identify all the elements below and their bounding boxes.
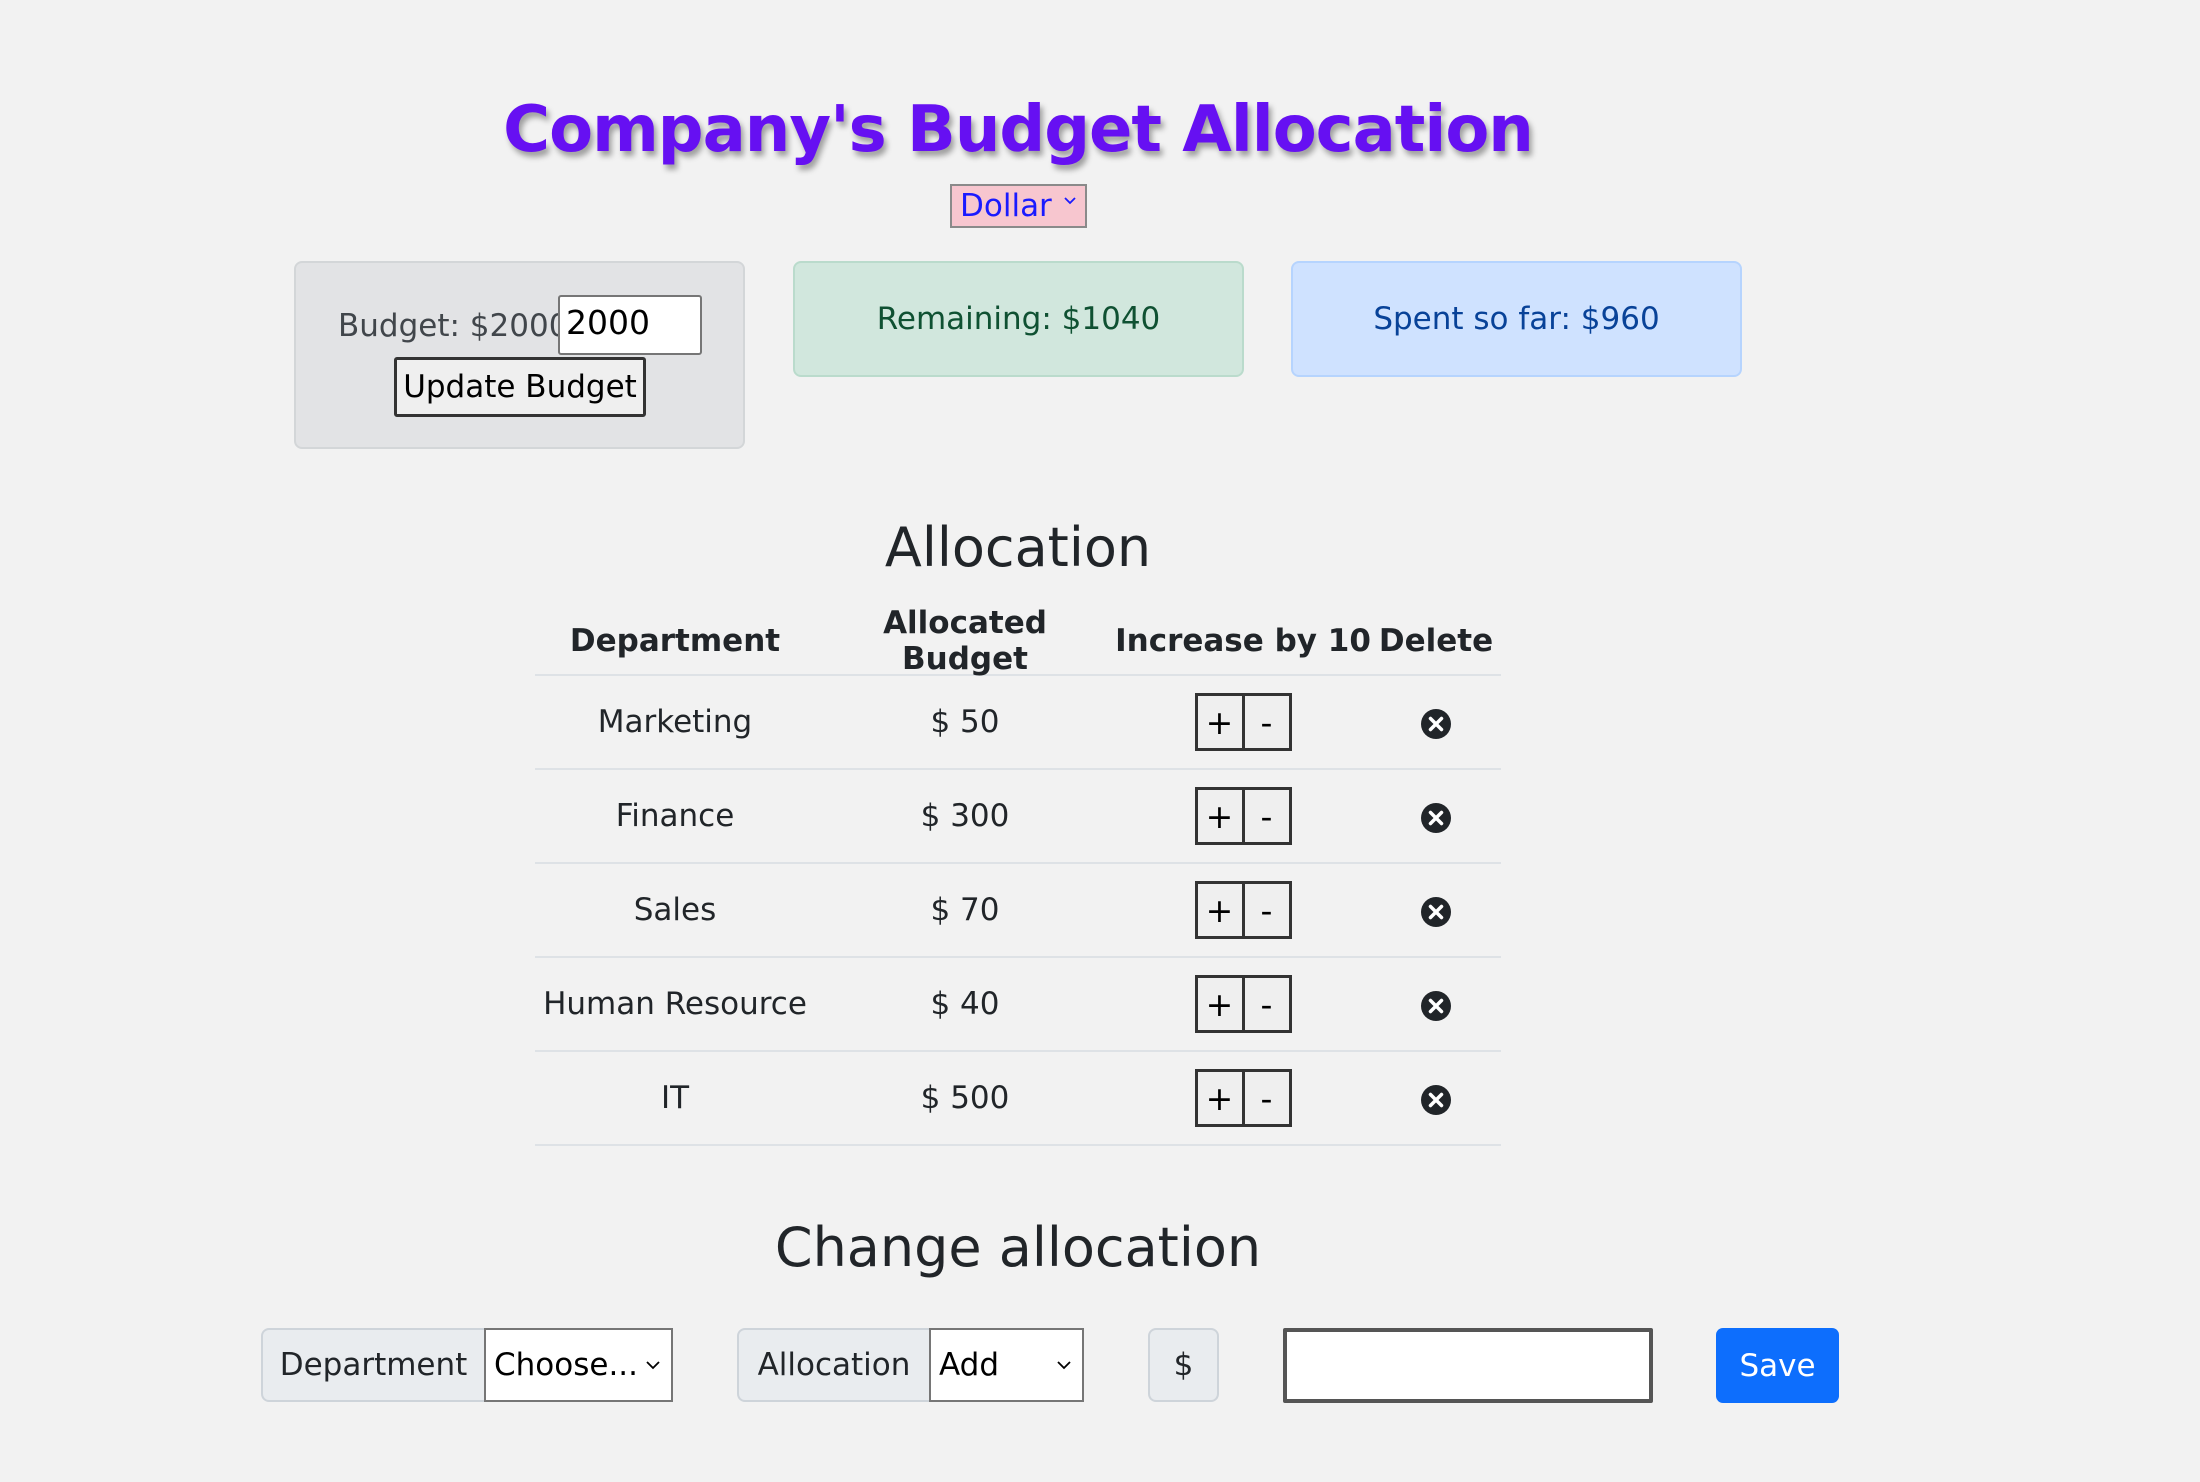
- allocation-table: Department Allocated Budget Increase by …: [535, 605, 1501, 1146]
- budget-cell: $ 500: [920, 1080, 1010, 1116]
- table-row: IT $ 500 + -: [535, 1052, 1501, 1146]
- chevron-down-icon: [1057, 1361, 1071, 1370]
- department-select[interactable]: Choose...: [484, 1328, 673, 1402]
- allocation-selected-label: Add: [939, 1347, 1000, 1383]
- department-cell: Human Resource: [543, 986, 807, 1022]
- spent-text: Spent so far: $960: [1373, 301, 1660, 337]
- change-allocation-heading: Change allocation: [774, 1216, 1262, 1279]
- budget-cell: $ 70: [930, 892, 1000, 928]
- table-row: Marketing $ 50 + -: [535, 676, 1501, 770]
- increase-cell: + -: [1115, 975, 1371, 1033]
- page-title: Company's Budget Allocation: [503, 93, 1534, 167]
- save-button[interactable]: Save: [1716, 1328, 1839, 1403]
- amount-input[interactable]: [1283, 1328, 1653, 1403]
- table-row: Human Resource $ 40 + -: [535, 958, 1501, 1052]
- department-cell: IT: [660, 1080, 690, 1116]
- table-row: Sales $ 70 + -: [535, 864, 1501, 958]
- budget-cell: $ 300: [920, 798, 1010, 834]
- increase-button[interactable]: +: [1194, 881, 1245, 939]
- budget-label: Budget: $2000: [338, 308, 569, 344]
- increase-cell: + -: [1115, 693, 1371, 751]
- delete-cell: [1371, 704, 1501, 740]
- allocation-type-select[interactable]: Add: [929, 1328, 1084, 1402]
- chevron-down-icon: [646, 1361, 660, 1370]
- decrease-button[interactable]: -: [1241, 693, 1292, 751]
- table-header-row: Department Allocated Budget Increase by …: [535, 605, 1501, 677]
- table-body: Marketing $ 50 + - Finance $ 300 + - Sal…: [535, 676, 1501, 1146]
- allocation-label: Allocation: [737, 1328, 931, 1402]
- allocation-heading: Allocation: [884, 516, 1152, 579]
- spent-card: Spent so far: $960: [1291, 261, 1742, 377]
- department-cell: Sales: [633, 892, 717, 928]
- currency-symbol-label: $: [1148, 1328, 1219, 1402]
- x-circle-icon[interactable]: [1420, 708, 1452, 740]
- increase-cell: + -: [1115, 1069, 1371, 1127]
- increase-cell: + -: [1115, 787, 1371, 845]
- x-circle-icon[interactable]: [1420, 896, 1452, 928]
- budget-cell: $ 50: [930, 704, 1000, 740]
- column-header-allocated-budget: Allocated Budget: [883, 605, 1047, 677]
- increase-button[interactable]: +: [1194, 1069, 1245, 1127]
- delete-cell: [1371, 1080, 1501, 1116]
- x-circle-icon[interactable]: [1420, 1084, 1452, 1116]
- budget-input[interactable]: 2000: [558, 295, 702, 355]
- increase-cell: + -: [1115, 881, 1371, 939]
- increase-button[interactable]: +: [1194, 693, 1245, 751]
- delete-cell: [1371, 986, 1501, 1022]
- decrease-button[interactable]: -: [1241, 975, 1292, 1033]
- budget-cell: $ 40: [930, 986, 1000, 1022]
- column-header-delete: Delete: [1378, 623, 1494, 659]
- increase-button[interactable]: +: [1194, 787, 1245, 845]
- department-label: Department: [261, 1328, 486, 1402]
- decrease-button[interactable]: -: [1241, 1069, 1292, 1127]
- department-cell: Finance: [615, 798, 735, 834]
- department-selected-label: Choose...: [494, 1347, 639, 1383]
- currency-selected-label: Dollar: [960, 188, 1052, 224]
- x-circle-icon[interactable]: [1420, 802, 1452, 834]
- increase-button[interactable]: +: [1194, 975, 1245, 1033]
- table-row: Finance $ 300 + -: [535, 770, 1501, 864]
- department-cell: Marketing: [597, 704, 753, 740]
- currency-select[interactable]: Dollar: [950, 184, 1087, 228]
- remaining-text: Remaining: $1040: [876, 301, 1161, 337]
- budget-card: Budget: $2000 2000 Update Budget: [294, 261, 745, 449]
- update-budget-button[interactable]: Update Budget: [394, 357, 646, 417]
- decrease-button[interactable]: -: [1241, 787, 1292, 845]
- delete-cell: [1371, 892, 1501, 928]
- x-circle-icon[interactable]: [1420, 990, 1452, 1022]
- delete-cell: [1371, 798, 1501, 834]
- column-header-increase: Increase by 10: [1115, 623, 1371, 659]
- chevron-down-icon: [1064, 197, 1076, 205]
- remaining-card: Remaining: $1040: [793, 261, 1244, 377]
- decrease-button[interactable]: -: [1241, 881, 1292, 939]
- column-header-department: Department: [569, 623, 781, 659]
